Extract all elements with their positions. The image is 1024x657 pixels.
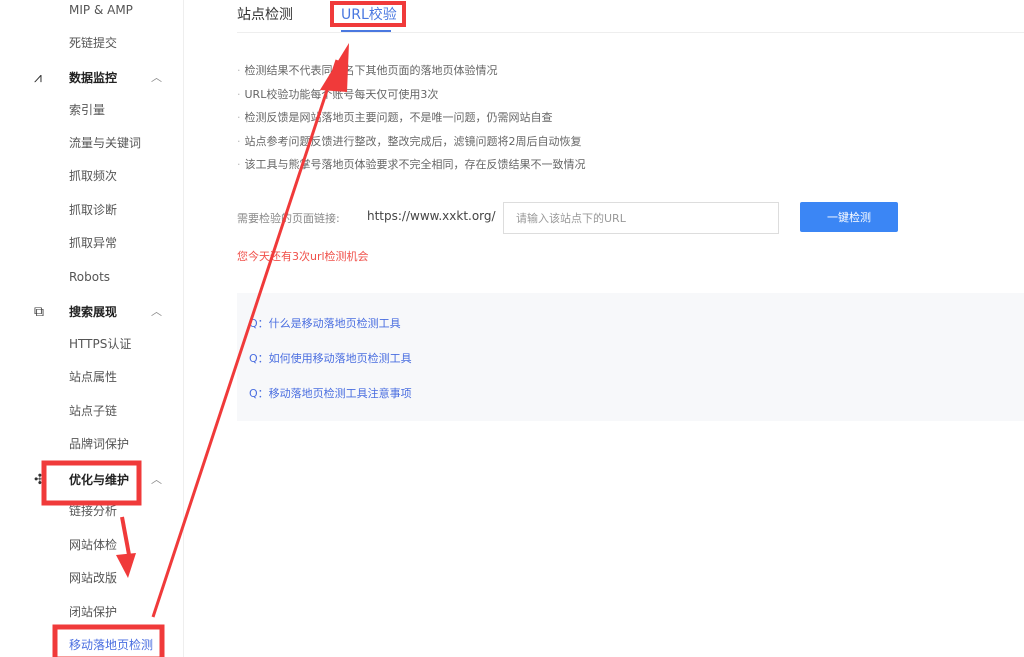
group-label: 数据监控 (69, 66, 117, 90)
faq-panel: Q：什么是移动落地页检测工具 Q：如何使用移动落地页检测工具 Q：移动落地页检测… (237, 293, 1024, 421)
sidebar-item[interactable]: 索引量 (69, 100, 105, 120)
sidebar-group-data-monitor[interactable]: ⩘ 数据监控 ︿ (0, 66, 184, 90)
url-check-form: 需要检验的页面链接: https://www.xxkt.org/ 一键检测 (237, 202, 937, 234)
faq-link[interactable]: Q：如何使用移动落地页检测工具 (249, 350, 412, 366)
sidebar-item[interactable]: 闭站保护 (69, 602, 117, 622)
sidebar: MIP & AMP 死链提交 ⩘ 数据监控 ︿ 索引量 流量与关键词 抓取频次 … (0, 0, 184, 657)
remaining-checks: 您今天还有3次url检测机会 (237, 248, 369, 264)
sidebar-item[interactable]: 抓取频次 (69, 166, 117, 186)
tab-bar: 站点检测 URL校验 (237, 0, 1024, 33)
note: 检测反馈是网站落地页主要问题，不是唯一问题，仍需网站自查 (237, 110, 586, 134)
check-button[interactable]: 一键检测 (800, 202, 898, 232)
sidebar-item[interactable]: 抓取诊断 (69, 200, 117, 220)
note: 检测结果不代表同域名下其他页面的落地页体验情况 (237, 63, 586, 87)
note: URL校验功能每个账号每天仅可使用3次 (237, 87, 586, 111)
sidebar-group-optimize[interactable]: ✣ 优化与维护 ︿ (0, 468, 184, 492)
chevron-up-icon[interactable]: ︿ (151, 300, 162, 324)
active-tab-indicator (341, 30, 391, 32)
chevron-up-icon[interactable]: ︿ (151, 66, 162, 90)
optimize-icon: ✣ (34, 468, 46, 492)
note: 站点参考问题反馈进行整改，整改完成后，滤镜问题将2周后自动恢复 (237, 134, 586, 158)
sidebar-item[interactable]: 站点属性 (69, 367, 117, 387)
sidebar-item[interactable]: 链接分析 (69, 501, 117, 521)
faq-link[interactable]: Q：什么是移动落地页检测工具 (249, 315, 401, 331)
sidebar-item[interactable]: 品牌词保护 (69, 434, 129, 454)
sidebar-item[interactable]: HTTPS认证 (69, 334, 131, 354)
sidebar-item-dead-link[interactable]: 死链提交 (69, 33, 117, 53)
site-url: https://www.xxkt.org/ (367, 209, 496, 223)
note: 该工具与熊掌号落地页体验要求不完全相同，存在反馈结果不一致情况 (237, 157, 586, 181)
sidebar-item-mip-amp[interactable]: MIP & AMP (69, 0, 133, 20)
faq-link[interactable]: Q：移动落地页检测工具注意事项 (249, 385, 412, 401)
sidebar-item[interactable]: 站点子链 (69, 401, 117, 421)
chart-icon: ⩘ (34, 66, 42, 90)
sidebar-item[interactable]: Robots (69, 267, 110, 287)
url-label: 需要检验的页面链接: (237, 210, 340, 226)
tab-site-check[interactable]: 站点检测 (237, 4, 293, 24)
notes-list: 检测结果不代表同域名下其他页面的落地页体验情况 URL校验功能每个账号每天仅可使… (237, 63, 586, 181)
sidebar-item[interactable]: 网站体检 (69, 535, 117, 555)
group-label: 搜索展现 (69, 300, 117, 324)
search-display-icon: ⧉ (34, 300, 44, 324)
group-label: 优化与维护 (69, 468, 129, 492)
tab-url-check[interactable]: URL校验 (341, 4, 397, 24)
sidebar-item[interactable]: 流量与关键词 (69, 133, 141, 153)
sidebar-group-search-display[interactable]: ⧉ 搜索展现 ︿ (0, 300, 184, 324)
url-input[interactable] (503, 202, 779, 234)
sidebar-item[interactable]: 抓取异常 (69, 233, 117, 253)
chevron-up-icon[interactable]: ︿ (151, 468, 162, 492)
sidebar-item-mobile-landing-check[interactable]: 移动落地页检测 (69, 635, 153, 655)
sidebar-item[interactable]: 网站改版 (69, 568, 117, 588)
